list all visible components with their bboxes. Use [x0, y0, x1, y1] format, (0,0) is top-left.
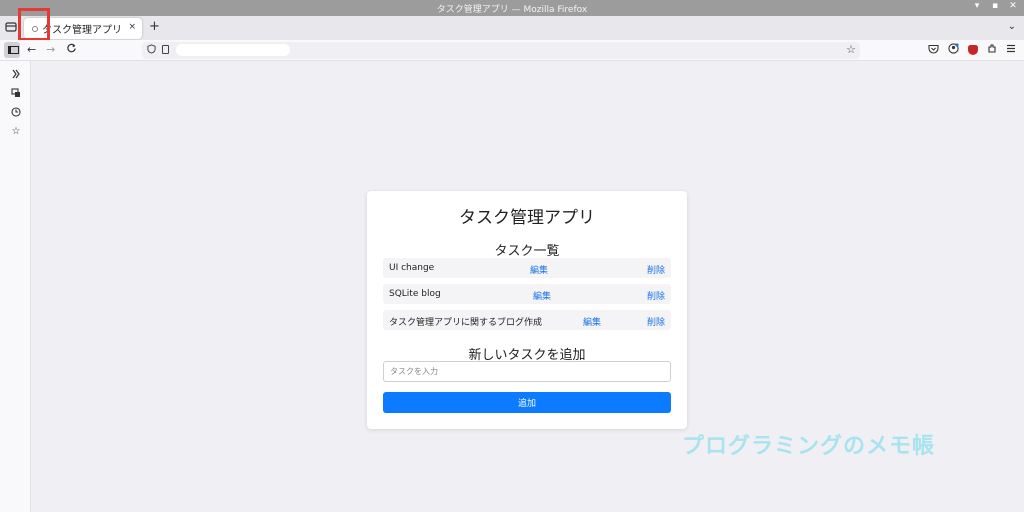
reload-button[interactable]	[66, 43, 77, 57]
navigation-toolbar: ← → ☆	[0, 40, 1024, 61]
edit-link[interactable]: 編集	[530, 263, 548, 276]
maximize-button[interactable]: ▪	[990, 1, 1000, 11]
bookmark-star-icon[interactable]: ☆	[846, 43, 856, 56]
tab-strip: タスク管理アプリ × + ⌄	[0, 16, 1024, 40]
extensions-icon[interactable]	[987, 43, 997, 57]
task-name: タスク管理アプリに関するブログ作成	[389, 318, 543, 328]
new-tab-button[interactable]: +	[149, 19, 160, 34]
ublock-icon[interactable]	[968, 45, 978, 55]
address-bar[interactable]: ☆	[142, 42, 860, 59]
window-controls: ▾ ▪ ✕	[972, 1, 1018, 11]
forward-button[interactable]: →	[46, 43, 55, 56]
add-button[interactable]: 追加	[383, 392, 671, 413]
ai-chatbot-icon[interactable]	[10, 69, 22, 82]
task-row: UI change 編集 削除	[383, 258, 671, 278]
task-list-title: タスク一覧	[494, 244, 560, 259]
task-name: UI change	[389, 263, 435, 273]
account-icon[interactable]	[948, 43, 959, 57]
tab-list-chevron-icon[interactable]: ⌄	[1008, 21, 1016, 32]
task-app-card: タスク管理アプリ タスク一覧 UI change 編集 削除 SQLite bl…	[367, 191, 687, 429]
tab-close-icon[interactable]: ×	[128, 22, 136, 32]
toolbar-right	[928, 43, 1016, 57]
shield-icon[interactable]	[147, 44, 156, 57]
url-input[interactable]	[176, 44, 290, 56]
edit-link[interactable]: 編集	[583, 315, 601, 328]
task-row: SQLite blog 編集 削除	[383, 284, 671, 304]
delete-link[interactable]: 削除	[647, 315, 665, 328]
highlight-box	[18, 8, 50, 41]
firefox-view-icon[interactable]	[5, 21, 17, 33]
window-title: タスク管理アプリ — Mozilla Firefox	[436, 5, 588, 15]
task-input[interactable]	[383, 361, 671, 382]
back-button[interactable]: ←	[27, 43, 36, 56]
page-icon[interactable]	[162, 45, 169, 54]
synced-tabs-icon[interactable]	[10, 88, 22, 101]
sidebar-toggle-button[interactable]	[4, 42, 20, 58]
delete-link[interactable]: 削除	[647, 289, 665, 302]
task-name: SQLite blog	[389, 289, 441, 299]
history-icon[interactable]	[10, 107, 22, 120]
pocket-icon[interactable]	[928, 44, 939, 57]
close-window-button[interactable]: ✕	[1008, 1, 1018, 11]
bookmarks-icon[interactable]: ☆	[10, 126, 22, 137]
browser-sidebar: ☆	[0, 61, 31, 512]
window-titlebar: タスク管理アプリ — Mozilla Firefox ▾ ▪ ✕	[0, 0, 1024, 16]
menu-icon[interactable]	[1006, 44, 1016, 56]
watermark-text: プログラミングのメモ帳	[682, 434, 936, 459]
minimize-button[interactable]: ▾	[972, 1, 982, 11]
task-row: タスク管理アプリに関するブログ作成 編集 削除	[383, 310, 671, 330]
delete-link[interactable]: 削除	[647, 263, 665, 276]
edit-link[interactable]: 編集	[533, 289, 551, 302]
app-title: タスク管理アプリ	[459, 208, 595, 228]
tab-label: タスク管理アプリ	[42, 25, 122, 36]
